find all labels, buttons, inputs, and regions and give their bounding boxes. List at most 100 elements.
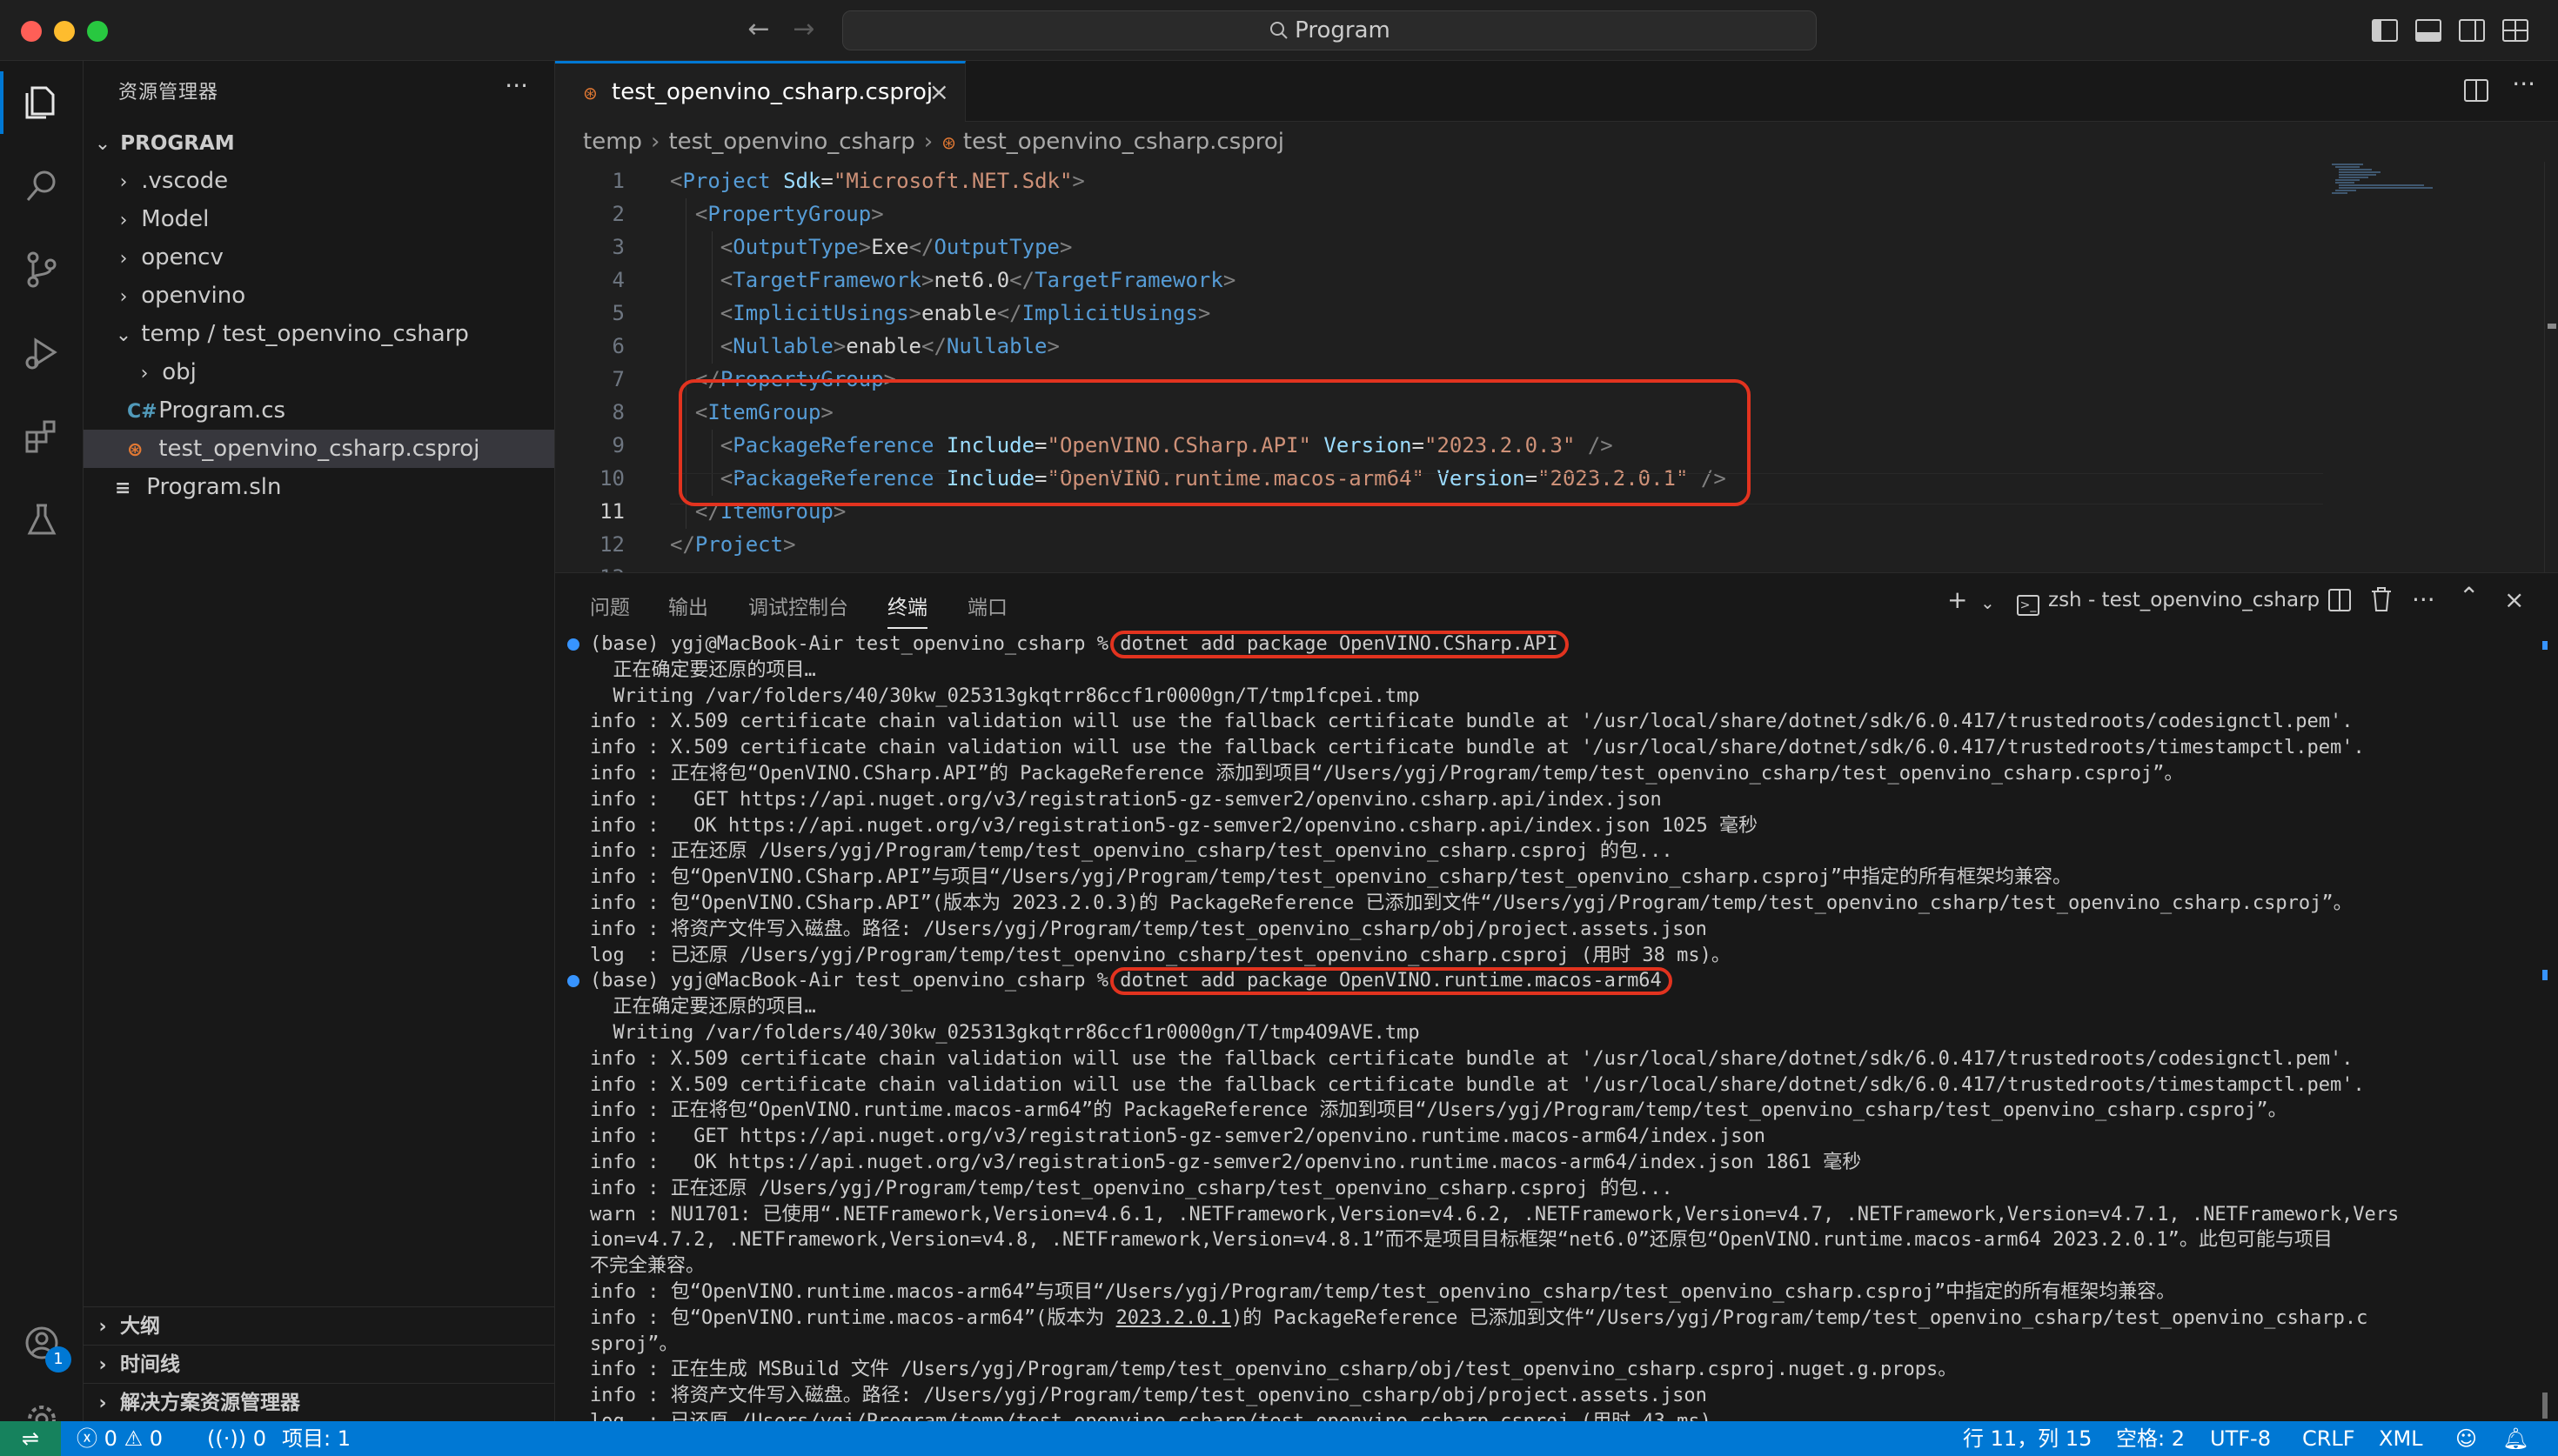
terminal-line: info : 包“OpenVINO.runtime.macos-arm64”与项… xyxy=(590,1281,2176,1303)
rss-file-icon: ⊛ xyxy=(941,132,956,153)
command-decoration-icon[interactable] xyxy=(567,638,579,651)
extensions-icon[interactable] xyxy=(0,395,84,478)
terminal-scrollbar[interactable] xyxy=(2542,634,2548,1426)
problems-status[interactable]: ⓧ 0 ⚠ 0 xyxy=(77,1421,163,1456)
remote-indicator-icon[interactable]: ⇌ xyxy=(0,1421,61,1456)
chevron-down-icon[interactable]: ⌄ xyxy=(1980,592,1995,613)
more-actions-icon[interactable]: ··· xyxy=(2512,70,2535,98)
cursor-position[interactable]: 行 11，列 15 xyxy=(1963,1421,2092,1456)
tree-item-label: Program.sln xyxy=(146,474,282,500)
breadcrumb: temp › test_openvino_csharp › ⊛ test_openvino… xyxy=(555,122,2558,162)
tab-terminal[interactable]: 终端 xyxy=(887,591,927,629)
code-text: <ImplicitUsings>enable</ImplicitUsings> xyxy=(720,301,1211,325)
more-actions-icon[interactable]: ··· xyxy=(505,71,528,100)
breadcrumb-item[interactable]: test_openvino_csharp xyxy=(668,129,914,155)
tree-item-temp-test-openvino-csharp[interactable]: ⌄ temp / test_openvino_csharp xyxy=(84,315,554,353)
close-icon[interactable]: × xyxy=(2504,585,2524,614)
tree-item-vscode[interactable]: › .vscode xyxy=(84,162,554,200)
tab-debug-console[interactable]: 调试控制台 xyxy=(748,591,848,620)
code-text: <OutputType>Exe</OutputType> xyxy=(720,235,1073,259)
ports-status[interactable]: ((·)) 0 xyxy=(207,1421,266,1456)
chevron-right-icon: › xyxy=(98,1354,107,1376)
chevron-right-icon: › xyxy=(119,210,128,231)
terminal-line: 正在确定要还原的项目… xyxy=(590,658,816,681)
terminal-line: info : OK https://api.nuget.org/v3/regis… xyxy=(590,814,1758,837)
customize-layout-icon[interactable] xyxy=(2501,16,2530,45)
arrow-left-icon[interactable]: ← xyxy=(741,12,776,47)
arrow-right-icon[interactable]: → xyxy=(787,12,821,47)
tree-item-label: obj xyxy=(162,359,197,385)
workspace-header[interactable]: ⌄ PROGRAM xyxy=(84,124,554,162)
split-terminal-icon[interactable] xyxy=(2327,587,2353,613)
error-count: 0 xyxy=(104,1426,117,1451)
minimap[interactable] xyxy=(2328,162,2459,197)
tree-item-openvino[interactable]: › openvino xyxy=(84,277,554,315)
chevron-right-icon: › xyxy=(119,171,128,193)
tab-ports[interactable]: 端口 xyxy=(968,591,1008,620)
editor-tab-bar: ⊛ test_openvino_csharp.csproj × ··· xyxy=(555,61,2558,122)
minimize-window-button[interactable] xyxy=(54,21,75,42)
tree-item-program-cs[interactable]: C# Program.cs xyxy=(84,391,554,430)
toggle-secondary-sidebar-icon[interactable] xyxy=(2457,16,2487,45)
timeline-section[interactable]: › 时间线 xyxy=(84,1345,554,1383)
terminal-title: zsh - test_openvino_csharp xyxy=(2048,589,2320,611)
tab-output[interactable]: 输出 xyxy=(668,591,708,620)
terminal-instance[interactable]: >_ zsh - test_openvino_csharp xyxy=(2017,589,2320,616)
feedback-icon[interactable]: ☺ xyxy=(2455,1421,2477,1456)
scrollbar-thumb[interactable] xyxy=(2548,324,2556,329)
indentation-status[interactable]: 空格: 2 xyxy=(2116,1421,2185,1456)
explorer-icon[interactable] xyxy=(0,61,84,144)
tree-item-obj[interactable]: › obj xyxy=(84,353,554,391)
account-icon[interactable]: 1 xyxy=(0,1301,84,1385)
split-editor-icon[interactable] xyxy=(2462,77,2490,104)
language-mode[interactable]: XML xyxy=(2379,1421,2423,1456)
toggle-primary-sidebar-icon[interactable] xyxy=(2370,16,2400,45)
terminal-line: info : 将资产文件写入磁盘。路径: /Users/ygj/Program/… xyxy=(590,1385,1707,1407)
tree-item-csproj[interactable]: ⊛ test_openvino_csharp.csproj xyxy=(84,430,554,468)
close-icon[interactable]: × xyxy=(929,63,949,121)
terminal-line: info : X.509 certificate chain validatio… xyxy=(590,1073,2365,1096)
workspace-label: PROGRAM xyxy=(120,132,235,155)
source-control-icon[interactable] xyxy=(0,228,84,311)
solution-explorer-section[interactable]: › 解决方案资源管理器 xyxy=(84,1383,554,1421)
tree-item-model[interactable]: › Model xyxy=(84,200,554,238)
terminal-line: info : 正在将包“OpenVINO.CSharp.API”的 Packag… xyxy=(590,763,2184,785)
chevron-right-icon: › xyxy=(119,286,128,308)
tree-item-program-sln[interactable]: ≡ Program.sln xyxy=(84,468,554,506)
breadcrumb-item[interactable]: temp xyxy=(583,129,642,155)
code-text: </Project> xyxy=(670,532,796,557)
terminal-icon: >_ xyxy=(2017,595,2039,616)
chevron-up-icon[interactable]: ⌃ xyxy=(2459,582,2479,611)
tab-csproj[interactable]: ⊛ test_openvino_csharp.csproj × xyxy=(555,61,966,122)
new-terminal-icon[interactable]: + xyxy=(1947,585,1967,614)
tab-problems[interactable]: 问题 xyxy=(590,591,630,620)
sidebar-title: 资源管理器 xyxy=(118,82,219,104)
explorer-sidebar: 资源管理器 ··· ⌄ PROGRAM › .vscode › Model › … xyxy=(84,61,555,1421)
chevron-right-icon: › xyxy=(98,1316,107,1338)
trash-icon[interactable] xyxy=(2368,585,2394,613)
account-badge: 1 xyxy=(45,1346,71,1373)
tree-item-opencv[interactable]: › opencv xyxy=(84,238,554,277)
command-decoration-icon[interactable] xyxy=(567,975,579,988)
run-debug-icon[interactable] xyxy=(0,311,84,395)
toggle-panel-icon[interactable] xyxy=(2414,16,2443,45)
eol-status[interactable]: CRLF xyxy=(2302,1421,2355,1456)
projects-status[interactable]: 项目: 1 xyxy=(282,1421,351,1456)
breadcrumb-item[interactable]: test_openvino_csharp.csproj xyxy=(963,129,1284,155)
bell-icon[interactable]: 🔔︎ xyxy=(2502,1421,2528,1456)
encoding-status[interactable]: UTF-8 xyxy=(2210,1421,2271,1456)
section-label: 时间线 xyxy=(120,1353,181,1376)
code-editor[interactable]: 1 <Project Sdk="Microsoft.NET.Sdk"> 2 <Pro… xyxy=(555,162,2558,590)
error-icon: ⓧ xyxy=(77,1426,97,1451)
terminal-line: info : X.509 certificate chain validatio… xyxy=(590,1047,2354,1070)
terminal-line: info : GET https://api.nuget.org/v3/regi… xyxy=(590,788,1662,811)
outline-section[interactable]: › 大纲 xyxy=(84,1306,554,1345)
terminal-output[interactable]: (base) ygj@MacBook-Air test_openvino_csh… xyxy=(555,629,2539,1456)
zoom-window-button[interactable] xyxy=(87,21,108,42)
editor-scrollbar[interactable] xyxy=(2544,162,2558,572)
close-window-button[interactable] xyxy=(21,21,42,42)
testing-icon[interactable] xyxy=(0,478,84,562)
more-actions-icon[interactable]: ··· xyxy=(2412,585,2435,614)
search-icon[interactable] xyxy=(0,144,84,228)
command-center-search[interactable]: Program xyxy=(842,10,1817,50)
